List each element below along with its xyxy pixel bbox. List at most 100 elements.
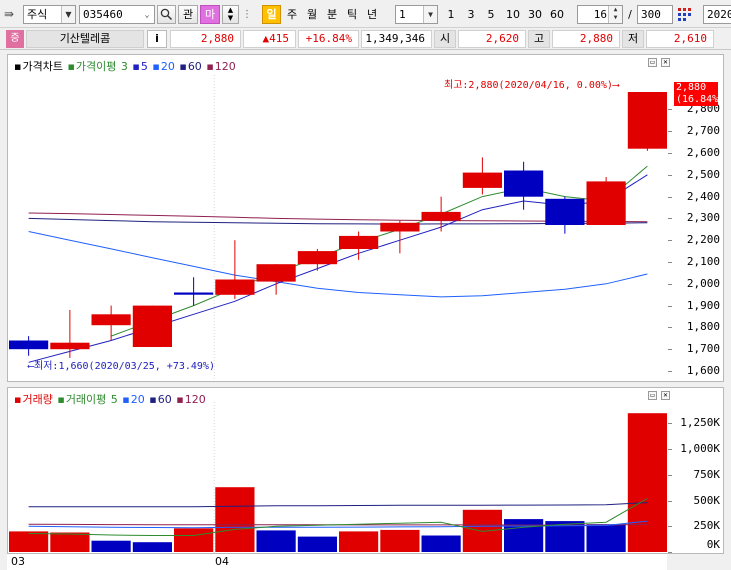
high-annotation: 최고:2,880(2020/04/16, 0.00%)⟶ bbox=[444, 80, 619, 91]
interval-button-5[interactable]: 5 bbox=[483, 5, 499, 24]
price-y-tick-mark bbox=[668, 109, 672, 111]
volume-bar bbox=[215, 487, 255, 552]
period-button-tick[interactable]: 틱 bbox=[343, 5, 361, 24]
view-count-value: 16 bbox=[593, 8, 607, 21]
price-y-tick-mark bbox=[668, 349, 672, 351]
low-price: 2,610 bbox=[646, 30, 714, 48]
down-arrow-icon[interactable]: ▼ bbox=[223, 14, 238, 22]
current-price: 2,880 bbox=[170, 30, 241, 48]
trade-volume: 1,349,346 bbox=[361, 30, 432, 48]
interval-button-3[interactable]: 3 bbox=[463, 5, 479, 24]
price-y-tick: 1,900 bbox=[686, 298, 720, 312]
volume-y-tick-mark bbox=[668, 474, 672, 476]
price-y-tick: 2,500 bbox=[686, 167, 720, 181]
search-button[interactable] bbox=[157, 5, 176, 24]
candle-body bbox=[339, 235, 379, 249]
search-icon bbox=[160, 8, 173, 21]
candle-body bbox=[421, 211, 461, 221]
market-icon[interactable]: ⇛ bbox=[4, 5, 22, 24]
price-ma20-line bbox=[28, 231, 648, 298]
price-y-tick-mark bbox=[668, 174, 672, 176]
market-type-value: 주식 bbox=[27, 8, 48, 21]
volume-bar bbox=[627, 413, 667, 552]
price-y-tick-mark bbox=[668, 131, 672, 133]
count-separator: / bbox=[628, 8, 632, 21]
period-button-year[interactable]: 년 bbox=[363, 5, 381, 24]
stock-code-input[interactable]: 035460 ⌄ bbox=[79, 5, 155, 24]
volume-bar bbox=[9, 531, 49, 552]
volume-y-tick: 0K bbox=[706, 538, 720, 551]
market-type-select[interactable]: 주식 ▼ bbox=[23, 5, 76, 24]
info-button[interactable]: i bbox=[147, 30, 167, 48]
stock-name: 기산텔레콤 bbox=[26, 30, 144, 48]
price-y-tick-mark bbox=[668, 371, 672, 372]
volume-y-tick: 750K bbox=[693, 467, 721, 481]
volume-y-tick-mark bbox=[668, 423, 672, 425]
price-y-tick-mark bbox=[668, 305, 672, 307]
high-price: 2,880 bbox=[552, 30, 620, 48]
watchlist-button[interactable]: 관 bbox=[178, 5, 198, 24]
current-price-marker-rate: (16.84%) bbox=[676, 94, 725, 105]
volume-y-tick: 500K bbox=[693, 493, 721, 507]
period-button-minute[interactable]: 분 bbox=[323, 5, 341, 24]
interval-select[interactable]: 1 ▼ bbox=[395, 5, 438, 24]
price-chart-plot bbox=[9, 75, 667, 381]
candle-body bbox=[256, 264, 296, 282]
x-tick-april: 04 bbox=[215, 555, 229, 568]
price-y-tick: 1,600 bbox=[686, 364, 720, 377]
volume-bar bbox=[504, 519, 544, 552]
my-stock-button[interactable]: 마 bbox=[200, 5, 220, 24]
interval-button-30[interactable]: 30 bbox=[525, 5, 545, 24]
volume-bar bbox=[586, 524, 626, 552]
price-chart-pane[interactable]: ▪가격차트 ▪가격이평 3 ▪5 ▪20 ▪60 ▪120 ▭ ✕ 최고:2,8… bbox=[7, 54, 724, 382]
low-annotation: ⟵최저:1,660(2020/03/25, +73.49%) bbox=[28, 361, 215, 372]
price-y-tick-mark bbox=[668, 240, 672, 242]
current-price-marker-value: 2,880 bbox=[676, 82, 707, 93]
candle-body bbox=[132, 305, 172, 347]
prev-next-stepper[interactable]: ▲ ▼ bbox=[222, 5, 239, 24]
candle-body bbox=[586, 181, 626, 225]
volume-bar bbox=[339, 531, 379, 552]
current-price-marker: 2,880 (16.84%) bbox=[674, 82, 725, 106]
interval-button-1[interactable]: 1 bbox=[443, 5, 459, 24]
total-count-input[interactable]: 300 bbox=[637, 5, 673, 24]
volume-chart-pane[interactable]: ▪거래량 ▪거래이평 5 ▪20 ▪60 ▪120 ▭ ✕ 1,250K 1,00… bbox=[7, 387, 724, 554]
price-change: ▲415 bbox=[243, 30, 296, 48]
change-rate: +16.84% bbox=[298, 30, 359, 48]
volume-ma60-line bbox=[28, 502, 648, 508]
volume-y-tick: 1,000K bbox=[680, 442, 720, 456]
low-label: 저 bbox=[622, 30, 644, 48]
chevron-down-icon[interactable]: ▼ bbox=[61, 6, 75, 23]
market-badge: 증 bbox=[6, 30, 24, 48]
price-y-tick-mark bbox=[668, 196, 672, 198]
interval-button-60[interactable]: 60 bbox=[547, 5, 567, 24]
volume-y-tick-mark bbox=[668, 500, 672, 502]
view-count-stepper[interactable]: 16 ▲ ▼ bbox=[577, 5, 623, 24]
period-button-month[interactable]: 월 bbox=[303, 5, 321, 24]
interval-button-10[interactable]: 10 bbox=[503, 5, 523, 24]
price-y-tick: 2,600 bbox=[686, 146, 720, 160]
price-y-tick: 2,100 bbox=[686, 255, 720, 269]
period-button-week[interactable]: 주 bbox=[283, 5, 301, 24]
chevron-down-icon[interactable]: ⌄ bbox=[140, 6, 154, 23]
price-y-tick: 2,400 bbox=[686, 189, 720, 203]
chevron-down-icon[interactable]: ▼ bbox=[423, 6, 437, 23]
main-toolbar: ⇛ 주식 ▼ 035460 ⌄ 관 마 ▲ ▼ ⋮ 일 주 월 분 틱 년 1 … bbox=[0, 0, 731, 28]
period-button-day[interactable]: 일 bbox=[262, 5, 281, 24]
stepper-arrows-icon[interactable]: ▲ ▼ bbox=[608, 6, 622, 23]
date-input[interactable]: 2020 bbox=[703, 5, 731, 24]
volume-y-tick: 250K bbox=[693, 519, 721, 533]
x-tick-march: 03 bbox=[11, 555, 25, 568]
open-price: 2,620 bbox=[458, 30, 526, 48]
candle-body bbox=[627, 92, 667, 149]
price-y-tick: 2,200 bbox=[686, 233, 720, 247]
more-options-icon[interactable]: ⋮ bbox=[242, 5, 252, 24]
volume-bar bbox=[91, 540, 131, 552]
price-y-tick: 1,700 bbox=[686, 342, 720, 356]
price-y-tick-mark bbox=[668, 218, 672, 220]
up-arrow-icon[interactable]: ▲ bbox=[223, 6, 238, 14]
price-y-tick: 2,700 bbox=[686, 124, 720, 138]
settings-grid-icon[interactable] bbox=[676, 5, 698, 24]
volume-bar bbox=[297, 536, 337, 552]
high-label: 고 bbox=[528, 30, 550, 48]
